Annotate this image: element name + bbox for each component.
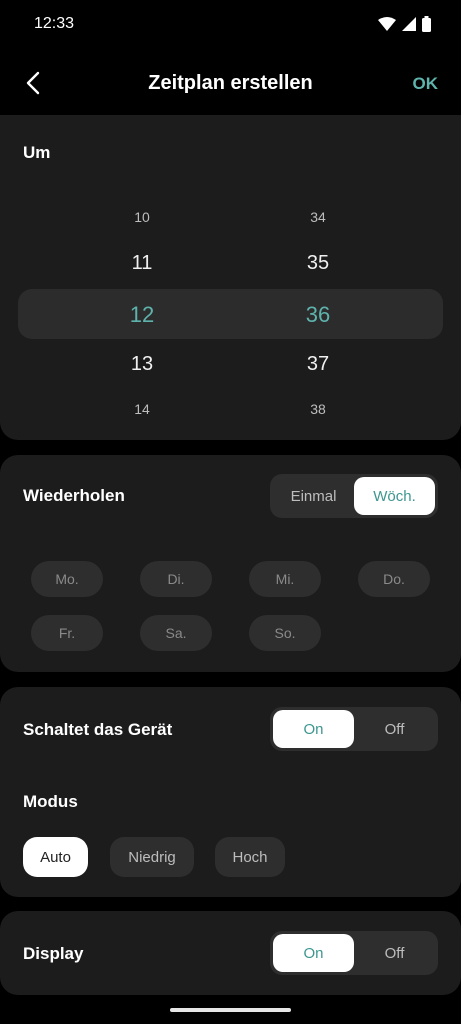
day-friday[interactable]: Fr. [31,615,103,651]
switch-on-button[interactable]: On [273,710,354,748]
display-on-button[interactable]: On [273,934,354,972]
switch-device-label: Schaltet das Gerät [23,720,173,739]
battery-icon [422,16,431,32]
minute-option[interactable]: 37 [278,353,358,376]
app-header: Zeitplan erstellen OK [0,58,461,108]
day-thursday[interactable]: Do. [358,561,430,597]
hour-option[interactable]: 11 [102,252,182,275]
display-card: Display On Off [0,911,461,995]
display-label: Display [23,944,84,963]
repeat-once-button[interactable]: Einmal [273,477,354,515]
repeat-toggle: Einmal Wöch. [270,474,438,518]
repeat-card: Wiederholen Einmal Wöch. Mo. Di. Mi. Do.… [0,455,461,672]
mode-low-button[interactable]: Niedrig [110,837,194,877]
day-wednesday[interactable]: Mi. [249,561,321,597]
minute-selected[interactable]: 36 [278,302,358,328]
wifi-icon [378,17,396,31]
switch-device-toggle: On Off [270,707,438,751]
status-time: 12:33 [34,15,75,32]
day-tuesday[interactable]: Di. [140,561,212,597]
hour-selected[interactable]: 12 [102,302,182,328]
display-off-button[interactable]: Off [354,934,435,972]
day-saturday[interactable]: Sa. [140,615,212,651]
hour-option[interactable]: 14 [102,401,182,417]
minute-option[interactable]: 38 [278,401,358,417]
signal-icon [402,17,416,31]
time-picker-card: Um 10 11 12 13 14 34 35 36 37 38 [0,115,461,440]
display-toggle: On Off [270,931,438,975]
repeat-weekly-button[interactable]: Wöch. [354,477,435,515]
day-monday[interactable]: Mo. [31,561,103,597]
page-title: Zeitplan erstellen [148,72,313,94]
mode-auto-button[interactable]: Auto [23,837,88,877]
minute-option[interactable]: 35 [278,252,358,275]
repeat-label: Wiederholen [23,486,125,505]
mode-label: Modus [23,792,78,811]
switch-off-button[interactable]: Off [354,710,435,748]
device-settings-card: Schaltet das Gerät On Off Modus Auto Nie… [0,687,461,897]
hour-option[interactable]: 10 [102,209,182,225]
day-sunday[interactable]: So. [249,615,321,651]
picker-selection-highlight [18,289,443,339]
home-indicator[interactable] [170,1008,291,1012]
hour-option[interactable]: 13 [102,353,182,376]
mode-high-button[interactable]: Hoch [215,837,285,877]
ok-button[interactable]: OK [413,74,439,94]
time-label: Um [23,143,51,162]
minute-option[interactable]: 34 [278,209,358,225]
status-bar: 12:33 [0,0,461,50]
status-icons [378,16,431,32]
